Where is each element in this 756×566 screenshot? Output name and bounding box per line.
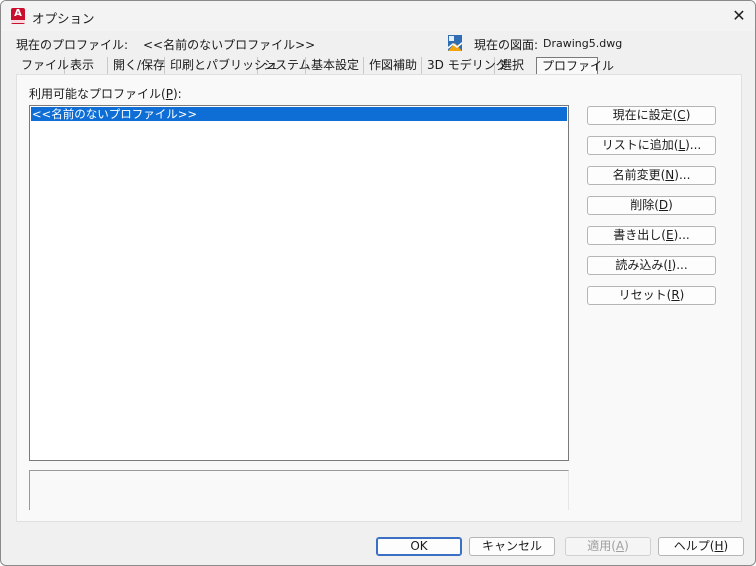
tab-drafting[interactable]: 作図補助 bbox=[364, 57, 422, 75]
tab-strip: ファイル 表示 開く/保存 印刷とパブリッシュ システム 基本設定 作図補助 3… bbox=[16, 57, 742, 75]
profile-header: 現在のプロファイル: <<名前のないプロファイル>> 現在の図面: Drawin… bbox=[16, 35, 746, 54]
profiles-listbox[interactable]: <<名前のないプロファイル>> bbox=[29, 105, 569, 461]
profile-list-item[interactable]: <<名前のないプロファイル>> bbox=[31, 107, 567, 121]
ok-button[interactable]: OK bbox=[376, 537, 462, 556]
autocad-app-icon: A bbox=[11, 8, 25, 24]
apply-button[interactable]: 適用(A) bbox=[565, 537, 651, 556]
tab-profiles[interactable]: プロファイル bbox=[536, 57, 614, 75]
set-current-button[interactable]: 現在に設定(C) bbox=[587, 106, 716, 125]
import-button[interactable]: 読み込み(I)... bbox=[587, 256, 716, 275]
add-to-list-button[interactable]: リストに追加(L)... bbox=[587, 136, 716, 155]
drawing-file-icon bbox=[448, 35, 462, 51]
tab-system[interactable]: システム bbox=[258, 57, 311, 75]
profile-description-box bbox=[29, 470, 569, 510]
tab-user-preferences[interactable]: 基本設定 bbox=[306, 57, 364, 75]
rename-button[interactable]: 名前変更(N)... bbox=[587, 166, 716, 185]
tab-selection[interactable]: 選択 bbox=[495, 57, 536, 75]
export-button[interactable]: 書き出し(E)... bbox=[587, 226, 716, 245]
cancel-button[interactable]: キャンセル bbox=[469, 537, 555, 556]
current-profile-label: 現在のプロファイル: bbox=[16, 38, 129, 52]
tab-files[interactable]: ファイル bbox=[16, 57, 69, 75]
profiles-page: 利用可能なプロファイル(P): <<名前のないプロファイル>> 現在に設定(C)… bbox=[16, 74, 742, 522]
current-profile-value: <<名前のないプロファイル>> bbox=[143, 38, 316, 52]
reset-button[interactable]: リセット(R) bbox=[587, 286, 716, 305]
tab-open-save[interactable]: 開く/保存 bbox=[107, 57, 165, 75]
tab-plot-publish[interactable]: 印刷とパブリッシュ bbox=[165, 57, 278, 75]
title-bar: A オプション ✕ bbox=[1, 1, 755, 31]
options-dialog: A オプション ✕ 現在のプロファイル: <<名前のないプロファイル>> 現在の… bbox=[0, 0, 756, 566]
help-button[interactable]: ヘルプ(H) bbox=[658, 537, 744, 556]
tab-display[interactable]: 表示 bbox=[65, 57, 107, 75]
tab-3d-modeling[interactable]: 3D モデリング bbox=[422, 57, 508, 75]
available-profiles-label: 利用可能なプロファイル(P): bbox=[29, 87, 182, 101]
current-drawing-value: Drawing5.dwg bbox=[543, 37, 623, 50]
window-title: オプション bbox=[32, 11, 95, 26]
current-drawing-label: 現在の図面: bbox=[474, 38, 539, 52]
delete-button[interactable]: 削除(D) bbox=[587, 196, 716, 215]
close-icon[interactable]: ✕ bbox=[723, 1, 755, 31]
